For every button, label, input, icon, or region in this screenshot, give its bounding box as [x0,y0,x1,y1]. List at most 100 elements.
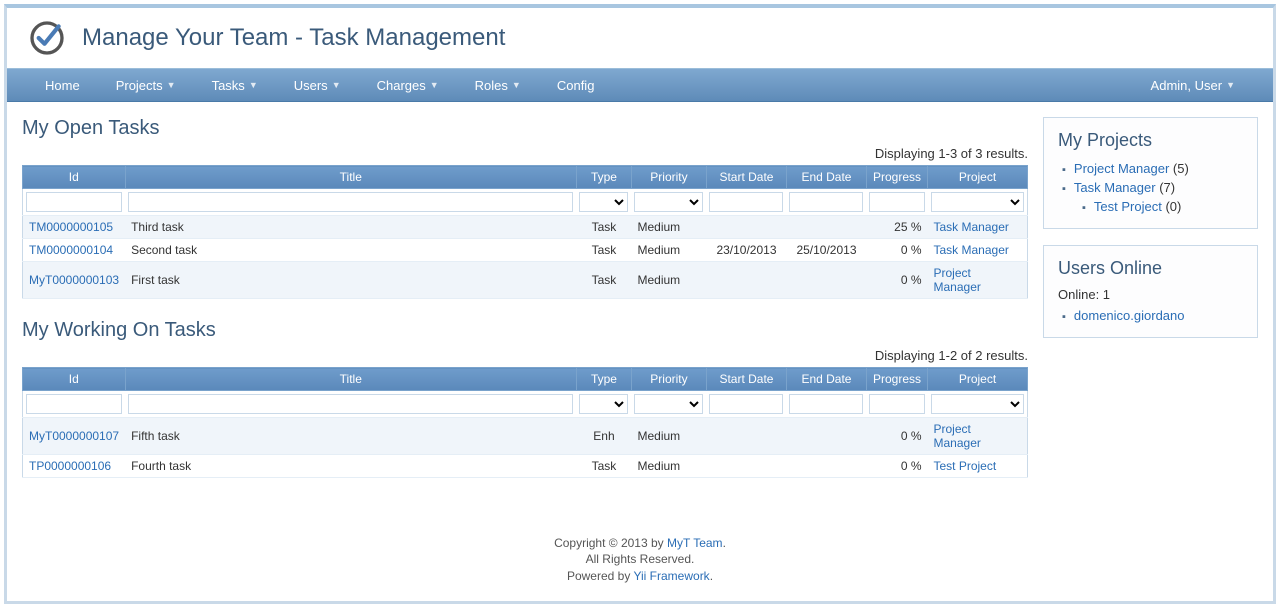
header: Manage Your Team - Task Management [7,8,1273,68]
col-header-end[interactable]: End Date [786,166,866,189]
task-progress: 0 % [866,455,927,478]
table-row: TM0000000104 Second task Task Medium 23/… [23,239,1028,262]
project-link[interactable]: Task Manager [1074,180,1156,195]
open-tasks-results: Displaying 1-3 of 3 results. [22,146,1028,161]
filter-type[interactable] [579,394,628,414]
nav-tasks[interactable]: Tasks▼ [194,70,276,101]
task-type: Enh [576,418,631,455]
task-end: 25/10/2013 [786,239,866,262]
task-project-link[interactable]: Task Manager [934,220,1009,234]
task-title: First task [125,262,576,299]
col-header-type[interactable]: Type [576,368,631,391]
task-project-link[interactable]: Task Manager [934,243,1009,257]
task-project-link[interactable]: Project Manager [934,266,981,294]
nav-home[interactable]: Home [27,70,98,101]
filter-title[interactable] [128,192,573,212]
col-header-start[interactable]: Start Date [706,368,786,391]
chevron-down-icon: ▼ [1226,80,1235,90]
filter-progress[interactable] [869,192,924,212]
filter-start[interactable] [709,394,783,414]
task-project-link[interactable]: Project Manager [934,422,981,450]
chevron-down-icon: ▼ [332,80,341,90]
task-id-link[interactable]: MyT0000000107 [29,429,119,443]
col-header-project[interactable]: Project [928,368,1028,391]
col-header-project[interactable]: Project [928,166,1028,189]
nav-projects[interactable]: Projects▼ [98,70,194,101]
task-start [706,418,786,455]
task-progress: 0 % [866,239,927,262]
filter-title[interactable] [128,394,573,414]
framework-link[interactable]: Yii Framework [633,569,709,583]
col-header-start[interactable]: Start Date [706,166,786,189]
online-user-link[interactable]: domenico.giordano [1074,308,1185,323]
filter-row [23,189,1028,216]
task-id-link[interactable]: MyT0000000103 [29,273,119,287]
task-end [786,262,866,299]
nav-users[interactable]: Users▼ [276,70,359,101]
task-type: Task [576,455,631,478]
filter-type[interactable] [579,192,628,212]
my-projects-panel: My Projects Project Manager (5) Task Man… [1043,117,1258,229]
task-progress: 0 % [866,262,927,299]
task-start [706,216,786,239]
project-item: Test Project (0) [1062,197,1243,216]
task-type: Task [576,262,631,299]
col-header-progress[interactable]: Progress [866,368,927,391]
team-link[interactable]: MyT Team [667,536,723,550]
task-title: Fourth task [125,455,576,478]
filter-end[interactable] [789,192,863,212]
table-row: TM0000000105 Third task Task Medium 25 %… [23,216,1028,239]
filter-project[interactable] [931,192,1025,212]
chevron-down-icon: ▼ [430,80,439,90]
open-tasks-title: My Open Tasks [22,117,1028,140]
navbar: Home Projects▼ Tasks▼ Users▼ Charges▼ Ro… [7,68,1273,102]
footer: Copyright © 2013 by MyT Team. All Rights… [7,527,1273,593]
task-start [706,262,786,299]
task-priority: Medium [631,455,706,478]
nav-charges[interactable]: Charges▼ [359,70,457,101]
task-id-link[interactable]: TM0000000105 [29,220,113,234]
filter-id[interactable] [26,192,122,212]
task-title: Fifth task [125,418,576,455]
logo-check-icon [27,18,67,58]
filter-start[interactable] [709,192,783,212]
project-link[interactable]: Test Project [1094,199,1162,214]
col-header-end[interactable]: End Date [786,368,866,391]
filter-end[interactable] [789,394,863,414]
task-id-link[interactable]: TM0000000104 [29,243,113,257]
col-header-priority[interactable]: Priority [631,368,706,391]
task-priority: Medium [631,262,706,299]
task-priority: Medium [631,216,706,239]
nav-config[interactable]: Config [539,70,613,101]
chevron-down-icon: ▼ [512,80,521,90]
task-end [786,418,866,455]
open-tasks-grid: Id Title Type Priority Start Date End Da… [22,165,1028,299]
filter-priority[interactable] [634,192,703,212]
nav-user-menu[interactable]: Admin, User▼ [1133,70,1253,101]
working-tasks-results: Displaying 1-2 of 2 results. [22,348,1028,363]
col-header-id[interactable]: Id [23,368,126,391]
col-header-type[interactable]: Type [576,166,631,189]
task-id-link[interactable]: TP0000000106 [29,459,111,473]
filter-progress[interactable] [869,394,924,414]
col-header-title[interactable]: Title [125,166,576,189]
col-header-id[interactable]: Id [23,166,126,189]
table-row: TP0000000106 Fourth task Task Medium 0 %… [23,455,1028,478]
online-count: Online: 1 [1058,287,1243,302]
users-online-panel: Users Online Online: 1 domenico.giordano [1043,245,1258,338]
task-progress: 25 % [866,216,927,239]
col-header-title[interactable]: Title [125,368,576,391]
filter-priority[interactable] [634,394,703,414]
col-header-priority[interactable]: Priority [631,166,706,189]
project-item: Task Manager (7) [1062,178,1243,197]
task-project-link[interactable]: Test Project [934,459,997,473]
filter-row [23,391,1028,418]
filter-project[interactable] [931,394,1025,414]
chevron-down-icon: ▼ [167,80,176,90]
filter-id[interactable] [26,394,122,414]
project-link[interactable]: Project Manager [1074,161,1169,176]
my-projects-title: My Projects [1058,130,1243,151]
nav-roles[interactable]: Roles▼ [457,70,539,101]
task-end [786,455,866,478]
col-header-progress[interactable]: Progress [866,166,927,189]
